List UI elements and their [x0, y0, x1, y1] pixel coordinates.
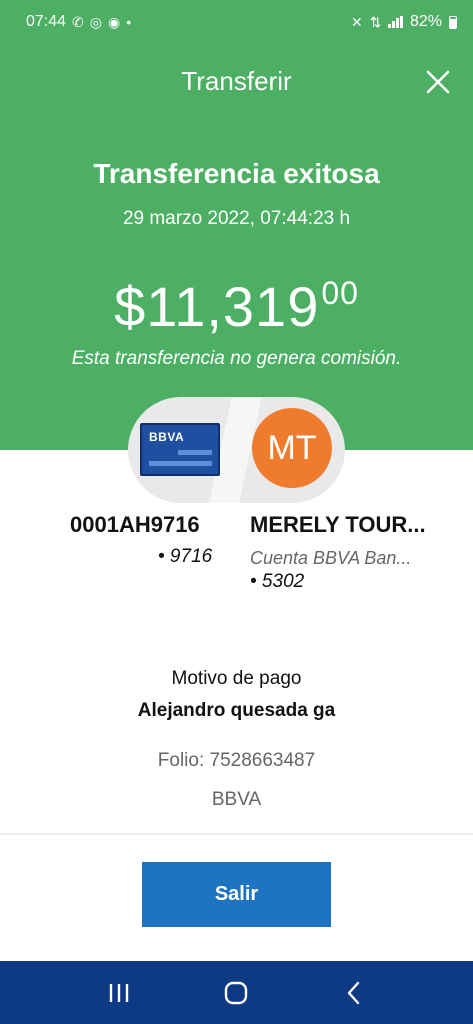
- home-icon[interactable]: [216, 973, 256, 1013]
- status-left: 07:44 ✆ ◎ ◉ •: [26, 13, 131, 31]
- transfer-amount: $11,31900: [0, 274, 473, 339]
- exit-button[interactable]: Salir: [142, 862, 331, 927]
- footer-divider: [0, 833, 473, 835]
- origin-account: 0001AH9716: [70, 512, 200, 537]
- card-stripe: [149, 461, 212, 466]
- recipient-avatar: MT: [252, 408, 332, 488]
- recipient-bank: Cuenta BBVA Ban...: [250, 548, 412, 568]
- recent-apps-icon[interactable]: [99, 973, 139, 1013]
- amount-main: $11,319: [114, 275, 320, 338]
- status-bar: 07:44 ✆ ◎ ◉ • ✕ ⇅ 82%: [0, 0, 473, 44]
- mute-icon: ✕: [351, 14, 363, 30]
- battery-percent: 82%: [409, 13, 442, 30]
- data-icon: ⇅: [369, 14, 382, 30]
- phone-icon: ✆: [72, 14, 84, 30]
- back-icon[interactable]: [334, 973, 374, 1013]
- battery-icon: [449, 15, 457, 29]
- dot-icon: •: [126, 14, 132, 30]
- origin-last-digits: • 9716: [158, 546, 213, 567]
- recipient-name: MERELY TOUR...: [250, 512, 426, 537]
- payment-reason-value: Alejandro quesada ga: [137, 700, 336, 721]
- close-icon[interactable]: [425, 69, 451, 95]
- commission-note: Esta transferencia no genera comisión.: [71, 348, 402, 369]
- recipient-last-digits: • 5302: [250, 571, 305, 592]
- card-stripe: [178, 450, 212, 455]
- status-time: 07:44: [26, 13, 67, 30]
- whatsapp-icon: ◎: [89, 14, 102, 30]
- amount-cents: 00: [321, 275, 359, 311]
- folio-number: Folio: 7528663487: [157, 750, 316, 771]
- bank-name: BBVA: [211, 789, 262, 810]
- success-title: Transferencia exitosa: [93, 158, 380, 189]
- card-brand: BBVA: [149, 430, 185, 444]
- page-title: Transferir: [181, 66, 292, 96]
- payment-reason-label: Motivo de pago: [171, 668, 302, 689]
- success-header: Transferir Transferencia exitosa 29 marz…: [0, 44, 473, 450]
- system-nav-bar: [0, 961, 473, 1024]
- bbva-card-icon: BBVA: [140, 423, 220, 476]
- status-right: ✕ ⇅ 82%: [351, 13, 457, 31]
- transfer-datetime: 29 marzo 2022, 07:44:23 h: [122, 208, 351, 229]
- messenger-icon: ◉: [108, 14, 121, 30]
- signal-icon: [388, 16, 403, 28]
